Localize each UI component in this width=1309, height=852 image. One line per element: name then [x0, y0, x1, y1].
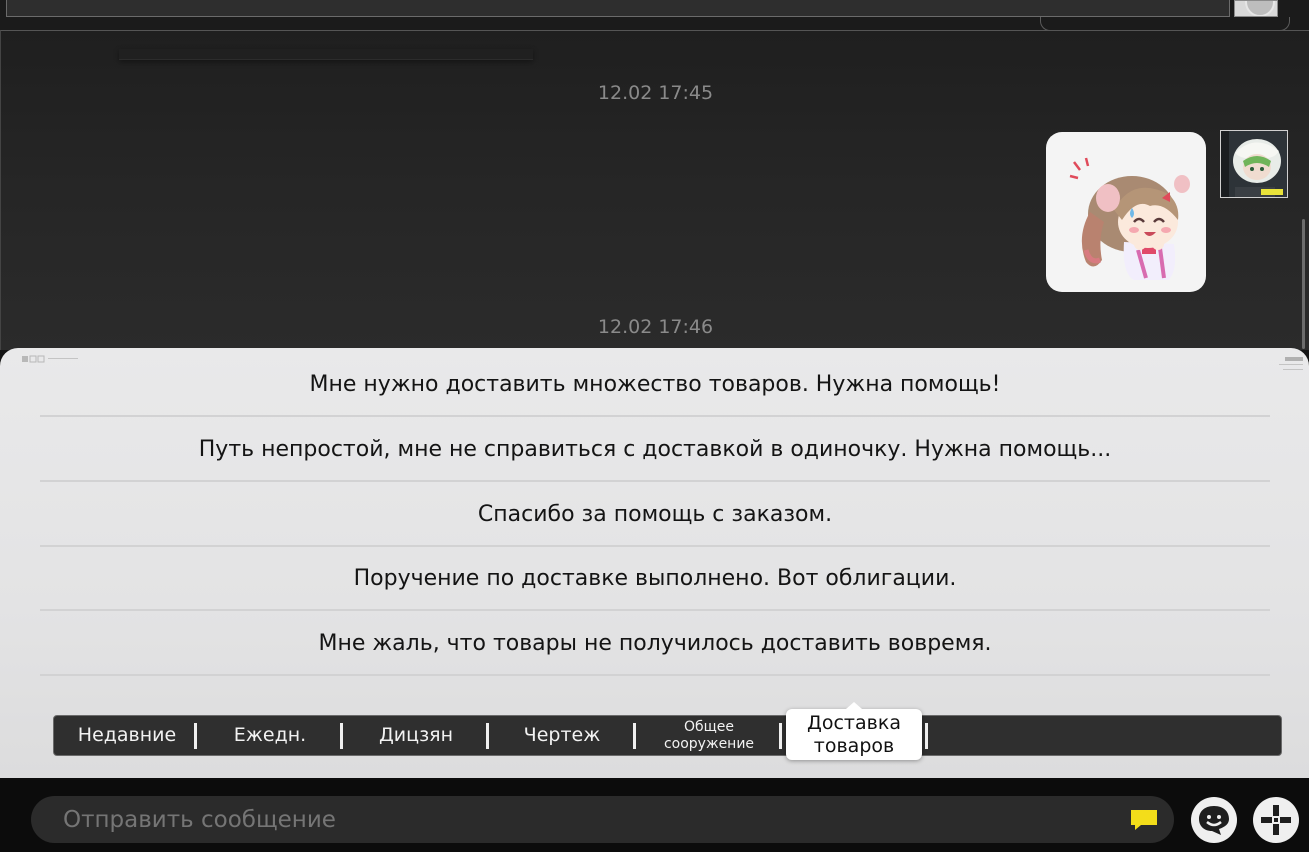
- tab-blueprint[interactable]: Чертеж: [489, 716, 635, 755]
- quick-reply-item[interactable]: Поручение по доставке выполнено. Вот обл…: [40, 547, 1270, 611]
- tab-dizyan[interactable]: Дицзян: [343, 716, 489, 755]
- top-strip: +: [0, 0, 1309, 30]
- message-timestamp: 12.02 17:46: [597, 316, 714, 338]
- chat-area[interactable]: 12.02 17:45 12.02 17:46: [0, 30, 1309, 350]
- emoji-button[interactable]: [1191, 797, 1237, 843]
- quick-reply-item[interactable]: Путь непростой, мне не справиться с дост…: [40, 418, 1270, 482]
- chibi-sticker-image: [1069, 157, 1190, 280]
- chat-ghost-divider: [119, 49, 533, 60]
- tab-recent[interactable]: Недавние: [54, 716, 200, 755]
- plus-icon: [1261, 805, 1291, 835]
- message-input-container[interactable]: [31, 796, 1174, 845]
- category-tab-bar: Недавние Ежедн. Дицзян Чертеж Общее соор…: [53, 715, 1282, 756]
- tab-common-structure-line2: сооружение: [663, 736, 755, 752]
- tab-delivery-line2: товаров: [813, 735, 895, 757]
- tab-separator: [779, 723, 782, 749]
- smiley-icon: [1199, 806, 1229, 835]
- tab-common-structure-line1: Общее: [683, 719, 735, 735]
- quick-reply-item[interactable]: Спасибо за помощь с заказом.: [40, 483, 1270, 547]
- top-notch: [1040, 17, 1290, 30]
- chat-bubble-icon[interactable]: [1129, 808, 1159, 832]
- tab-delivery-line1: Доставка: [807, 712, 901, 734]
- top-bar: [6, 0, 1230, 17]
- quick-reply-item[interactable]: Мне нужно доставить множество товаров. Н…: [40, 353, 1270, 417]
- tab-separator: [925, 723, 928, 749]
- more-options-button[interactable]: [1253, 797, 1299, 843]
- chat-scrollbar[interactable]: [1302, 219, 1305, 349]
- message-input[interactable]: [61, 796, 1115, 845]
- tab-delivery[interactable]: Доставка товаров: [786, 702, 922, 760]
- quick-reply-item[interactable]: Мне жаль, что товары не получилось доста…: [40, 612, 1270, 676]
- user-avatar[interactable]: [1220, 130, 1288, 198]
- message-input-bar: [0, 778, 1309, 852]
- top-plus-button[interactable]: +: [1234, 0, 1278, 17]
- avatar-image: [1221, 131, 1287, 197]
- panel-decoration-right: [1279, 357, 1303, 370]
- tab-common-structure[interactable]: Общее сооружение: [636, 716, 782, 755]
- sticker-message[interactable]: [1046, 132, 1206, 292]
- message-timestamp: 12.02 17:45: [597, 82, 714, 104]
- tab-daily[interactable]: Ежедн.: [197, 716, 343, 755]
